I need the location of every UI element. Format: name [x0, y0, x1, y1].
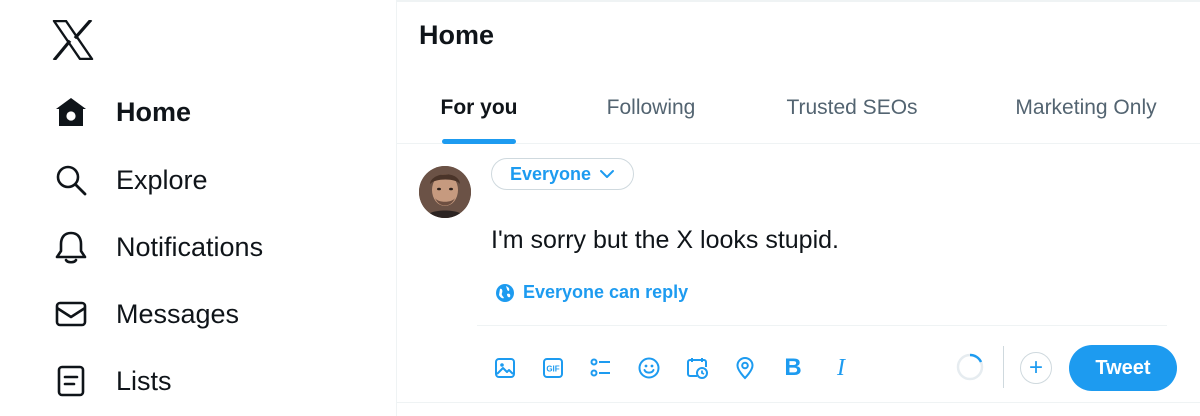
tab-for-you[interactable]: For you — [417, 72, 541, 144]
italic-icon[interactable]: I — [827, 354, 855, 382]
sidebar-item-explore[interactable]: Explore — [52, 158, 208, 202]
x-logo-icon[interactable] — [52, 18, 94, 62]
sidebar-item-home[interactable]: Home — [52, 90, 191, 134]
tab-label: Trusted SEOs — [786, 96, 918, 119]
emoji-icon[interactable] — [635, 354, 663, 382]
composer-bottom-border — [397, 402, 1200, 403]
avatar[interactable] — [419, 166, 471, 218]
tab-label: Marketing Only — [1015, 96, 1157, 119]
list-icon — [52, 362, 90, 400]
bold-glyph: B — [784, 354, 802, 381]
character-count-ring — [955, 352, 985, 382]
tab-label: Following — [606, 96, 696, 119]
composer-divider — [477, 325, 1167, 326]
plus-icon: + — [1028, 354, 1043, 381]
sidebar-item-notifications[interactable]: Notifications — [52, 225, 263, 269]
sidebar-item-label: Home — [116, 96, 192, 127]
reply-setting-button[interactable]: Everyone can reply — [495, 282, 688, 303]
audience-label: Everyone — [510, 163, 592, 184]
search-icon — [52, 161, 90, 199]
tab-marketing-only[interactable]: Marketing Only — [993, 72, 1179, 144]
audience-selector-button[interactable]: Everyone — [491, 158, 635, 190]
bell-icon — [52, 228, 90, 266]
tweet-button[interactable]: Tweet — [1069, 345, 1177, 391]
main-column: Home For you Following Trusted SEOs Mark… — [396, 0, 1200, 416]
globe-icon — [496, 283, 514, 302]
gif-icon[interactable]: GIF — [539, 354, 567, 382]
toolbar-divider — [1003, 346, 1004, 388]
sidebar-item-lists[interactable]: Lists — [52, 359, 172, 403]
tab-following[interactable]: Following — [589, 72, 713, 144]
timeline-tabs: For you Following Trusted SEOs Marketing… — [397, 72, 1200, 144]
sidebar-item-label: Messages — [116, 298, 240, 329]
chevron-down-icon — [600, 170, 615, 178]
poll-icon[interactable] — [587, 354, 615, 382]
composer-toolbar: GIF B I + Tweet — [397, 340, 1200, 396]
schedule-icon[interactable] — [683, 354, 711, 382]
tab-trusted-seos[interactable]: Trusted SEOs — [767, 72, 937, 144]
svg-text:GIF: GIF — [546, 365, 559, 374]
reply-setting-label: Everyone can reply — [523, 282, 689, 302]
italic-glyph: I — [837, 354, 845, 381]
page-title: Home — [419, 20, 495, 50]
image-icon[interactable] — [491, 354, 519, 382]
home-icon — [52, 93, 90, 131]
sidebar-item-label: Lists — [116, 365, 172, 396]
tab-label: For you — [440, 96, 518, 119]
sidebar-item-label: Explore — [116, 164, 208, 195]
envelope-icon — [52, 295, 90, 333]
location-icon[interactable] — [731, 354, 759, 382]
sidebar-item-label: Notifications — [116, 231, 264, 262]
add-tweet-button[interactable]: + — [1020, 352, 1052, 384]
active-tab-indicator — [442, 139, 516, 144]
compose-text-input[interactable]: I'm sorry but the X looks stupid. — [491, 226, 839, 255]
sidebar-item-messages[interactable]: Messages — [52, 292, 239, 336]
sidebar: Home Explore Notifications Messages List… — [0, 0, 396, 416]
bold-icon[interactable]: B — [779, 354, 807, 382]
